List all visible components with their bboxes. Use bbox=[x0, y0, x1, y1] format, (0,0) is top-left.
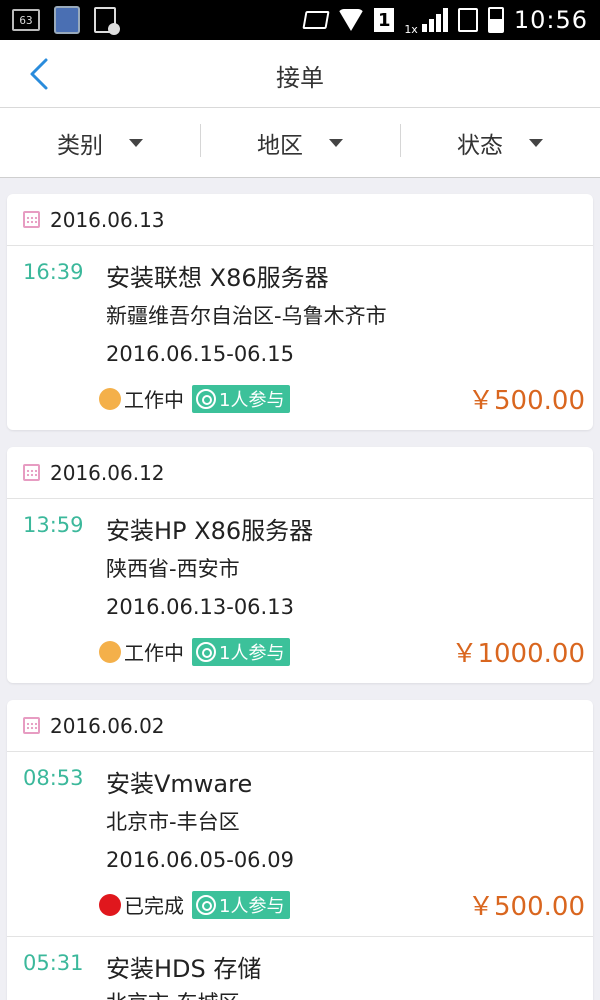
order-date-range: 2016.06.05-06.09 bbox=[106, 848, 294, 872]
wifi-icon bbox=[338, 9, 365, 31]
calendar-icon bbox=[23, 717, 40, 734]
target-icon bbox=[196, 641, 216, 662]
target-icon bbox=[196, 894, 216, 915]
order-status: 工作中 1人参与 bbox=[99, 384, 291, 413]
signal-icon bbox=[421, 8, 448, 32]
order-time: 08:53 bbox=[23, 766, 84, 790]
document-clock-icon bbox=[94, 7, 120, 35]
filter-label: 地区 bbox=[257, 132, 303, 159]
app-header: 接单 bbox=[0, 40, 600, 108]
participants-badge: 1人参与 bbox=[192, 637, 291, 666]
order-name: 安装HP X86服务器 bbox=[106, 517, 314, 545]
status-text: 已完成 bbox=[124, 894, 184, 918]
battery-icon bbox=[487, 7, 504, 33]
calendar-icon bbox=[23, 464, 40, 481]
caret-down-icon bbox=[329, 138, 343, 147]
filter-status[interactable]: 状态 bbox=[400, 108, 600, 177]
notification-count-icon: 63 bbox=[12, 9, 40, 31]
network-type-label: 1x bbox=[404, 23, 418, 36]
order-price: ￥500.00 bbox=[468, 892, 585, 922]
target-icon bbox=[196, 388, 216, 409]
filter-bar: 类别 地区 状态 bbox=[0, 108, 600, 178]
order-card[interactable]: 2016.06.12 13:59 安装HP X86服务器 陕西省-西安市 201… bbox=[7, 447, 593, 683]
phone-app-icon bbox=[54, 6, 80, 34]
filter-label: 状态 bbox=[457, 132, 503, 159]
order-region: 北京市-丰台区 bbox=[106, 810, 240, 834]
order-date: 2016.06.13 bbox=[50, 207, 165, 232]
order-status: 已完成 1人参与 bbox=[99, 890, 291, 919]
order-date-range: 2016.06.15-06.15 bbox=[106, 342, 294, 366]
order-date-range: 2016.06.13-06.13 bbox=[106, 595, 294, 619]
filter-label: 类别 bbox=[57, 132, 103, 159]
order-status: 工作中 1人参与 bbox=[99, 637, 291, 666]
participants-text: 1人参与 bbox=[219, 642, 285, 664]
order-card[interactable]: 2016.06.02 08:53 安装Vmware 北京市-丰台区 2016.0… bbox=[7, 700, 593, 1000]
order-region: 陕西省-西安市 bbox=[106, 557, 240, 581]
order-date: 2016.06.02 bbox=[50, 713, 165, 738]
order-time: 16:39 bbox=[23, 260, 84, 284]
data-icon bbox=[457, 8, 478, 32]
status-dot-icon bbox=[99, 893, 121, 916]
order-date: 2016.06.12 bbox=[50, 460, 165, 485]
card-date-header: 2016.06.12 bbox=[7, 447, 593, 499]
status-text: 工作中 bbox=[124, 641, 184, 665]
status-dot-icon bbox=[99, 640, 121, 663]
order-time: 13:59 bbox=[23, 513, 84, 537]
sim-icon: 1 bbox=[374, 8, 395, 32]
mute-icon bbox=[302, 11, 330, 29]
participants-text: 1人参与 bbox=[219, 895, 285, 917]
card-date-header: 2016.06.13 bbox=[7, 194, 593, 246]
participants-text: 1人参与 bbox=[219, 389, 285, 411]
clock: 10:56 bbox=[513, 6, 588, 34]
calendar-icon bbox=[23, 211, 40, 228]
order-card[interactable]: 2016.06.13 16:39 安装联想 X86服务器 新疆维吾尔自治区-乌鲁… bbox=[7, 194, 593, 430]
card-date-header: 2016.06.02 bbox=[7, 700, 593, 752]
caret-down-icon bbox=[129, 138, 143, 147]
participants-badge: 1人参与 bbox=[192, 384, 291, 413]
participants-badge: 1人参与 bbox=[192, 890, 291, 919]
order-name: 安装联想 X86服务器 bbox=[106, 264, 329, 292]
order-region: 新疆维吾尔自治区-乌鲁木齐市 bbox=[106, 304, 387, 328]
order-price: ￥500.00 bbox=[468, 386, 585, 416]
filter-category[interactable]: 类别 bbox=[0, 108, 200, 177]
filter-region[interactable]: 地区 bbox=[200, 108, 400, 177]
order-row[interactable]: 08:53 安装Vmware 北京市-丰台区 2016.06.05-06.09 … bbox=[7, 752, 593, 937]
order-price: ￥1000.00 bbox=[451, 639, 585, 669]
order-name: 安装Vmware bbox=[106, 770, 253, 798]
status-text: 工作中 bbox=[124, 388, 184, 412]
order-time: 05:31 bbox=[23, 951, 84, 975]
order-region: 北京市-东城区 bbox=[106, 987, 240, 1000]
order-name: 安装HDS 存储 bbox=[106, 955, 262, 983]
caret-down-icon bbox=[529, 138, 543, 147]
status-dot-icon bbox=[99, 387, 121, 410]
page-title: 接单 bbox=[276, 64, 324, 92]
status-bar: 63 1 1x 10:56 bbox=[0, 0, 600, 40]
